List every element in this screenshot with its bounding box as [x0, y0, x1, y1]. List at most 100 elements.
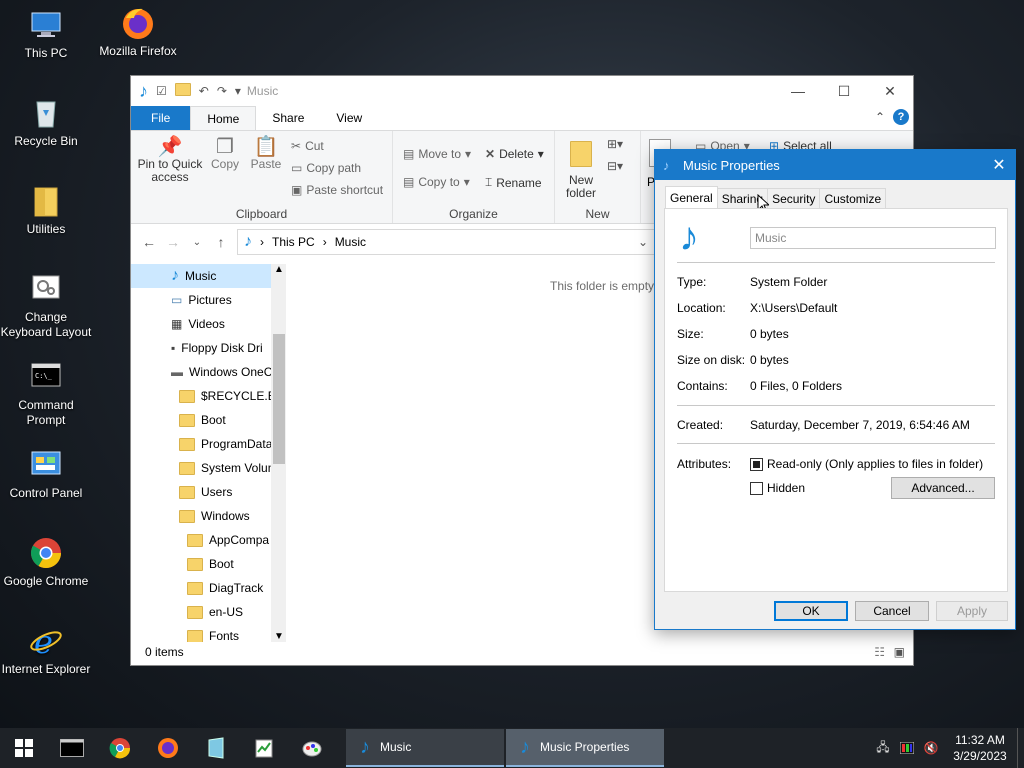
network-icon[interactable]: 🖧 — [871, 738, 895, 759]
redo-icon[interactable]: ↷ — [217, 84, 227, 98]
nav-item[interactable]: en-US — [131, 600, 243, 624]
nav-item[interactable]: Windows — [131, 504, 250, 528]
desktop-icon-this-pc[interactable]: This PC — [0, 8, 92, 61]
address-dropdown-icon[interactable]: ⌄ — [638, 235, 648, 249]
taskbar-command-prompt[interactable] — [48, 728, 96, 768]
collapse-ribbon-icon[interactable]: ⌃ — [875, 110, 885, 124]
taskbar-app-music-properties[interactable]: ♪ Music Properties — [506, 729, 664, 767]
desktop-icon-command-prompt[interactable]: C:\_ Command Prompt — [0, 360, 92, 428]
checkbox-unchecked-icon — [750, 482, 763, 496]
nav-item[interactable]: ▭ Pictures — [131, 288, 232, 312]
nav-item[interactable]: ▦ Videos — [131, 312, 225, 336]
nav-item[interactable]: Boot — [131, 552, 234, 576]
drive-icon: ▬ — [171, 365, 183, 379]
minimize-icon[interactable]: — — [775, 76, 821, 106]
nav-item[interactable]: System Volum — [131, 456, 278, 480]
copy-button[interactable]: ❐ Copy — [207, 137, 243, 171]
move-to-button[interactable]: ▤ Move to ▾ — [403, 147, 471, 161]
up-icon[interactable]: ↑ — [209, 234, 233, 250]
nav-item[interactable]: ProgramData — [131, 432, 272, 456]
display-settings-icon[interactable] — [895, 742, 919, 754]
desktop-icon-utilities[interactable]: Utilities — [0, 184, 92, 237]
folder-icon — [559, 141, 603, 170]
volume-muted-icon[interactable]: 🔇 — [919, 741, 943, 755]
rename-button[interactable]: ⌶ Rename — [485, 175, 542, 190]
back-icon[interactable]: ← — [137, 234, 161, 250]
nav-item[interactable]: Users — [131, 480, 232, 504]
tab-file[interactable]: File — [131, 106, 191, 130]
paste-button[interactable]: 📋 Paste — [249, 136, 283, 171]
nav-item[interactable]: ♪ Music — [131, 264, 271, 288]
ribbon-tabs: File Home Share View ⌃ ? — [131, 106, 913, 131]
breadcrumb-this-pc[interactable]: This PC — [272, 235, 315, 249]
explorer-titlebar[interactable]: ♪ ☑ ↶ ↷ ▾ Music — ☐ ✕ — [131, 76, 913, 106]
tab-home[interactable]: Home — [190, 106, 257, 130]
tab-share[interactable]: Share — [256, 106, 320, 130]
delete-button[interactable]: ✕ Delete ▾ — [485, 147, 544, 161]
scroll-up-icon[interactable]: ▲ — [271, 264, 286, 275]
nav-item[interactable]: ▪ Floppy Disk Dri — [131, 336, 263, 360]
details-view-icon[interactable]: ☷ — [874, 645, 885, 659]
desktop-icon-recycle-bin[interactable]: Recycle Bin — [0, 96, 92, 149]
easy-access-icon[interactable]: ⊟▾ — [607, 159, 623, 173]
desktop-icon-label: Command Prompt — [18, 398, 74, 427]
nav-item[interactable]: DiagTrack — [131, 576, 263, 600]
hidden-checkbox[interactable]: Hidden — [750, 481, 805, 496]
tab-general[interactable]: General — [665, 186, 718, 209]
pin-quick-access-button[interactable]: 📌 Pin to Quick access — [137, 137, 203, 184]
nav-item[interactable]: Boot — [131, 408, 226, 432]
properties-icon[interactable]: ☑ — [156, 84, 167, 98]
nav-scrollbar[interactable]: ▲ ▼ — [271, 264, 286, 642]
advanced-button[interactable]: Advanced... — [891, 477, 995, 499]
clock[interactable]: 11:32 AM 3/29/2023 — [943, 732, 1017, 764]
nav-item[interactable]: ▬ Windows OneC — [131, 360, 272, 384]
taskbar-app-4[interactable] — [192, 728, 240, 768]
start-button[interactable] — [0, 728, 48, 768]
ok-button[interactable]: OK — [774, 601, 848, 621]
taskbar-app-6[interactable] — [288, 728, 336, 768]
desktop-icon-control-panel[interactable]: Control Panel — [0, 448, 92, 501]
recent-locations-icon[interactable]: ⌄ — [185, 237, 209, 248]
forward-icon[interactable]: → — [161, 234, 185, 250]
new-folder-icon[interactable] — [174, 83, 191, 99]
show-desktop-button[interactable] — [1017, 728, 1024, 768]
readonly-checkbox[interactable]: Read-only (Only applies to files in fold… — [750, 457, 983, 472]
copy-path-button[interactable]: ▭ Copy path — [291, 161, 361, 175]
tab-security[interactable]: Security — [767, 188, 821, 209]
breadcrumb-separator-icon: › — [260, 235, 264, 249]
help-icon[interactable]: ? — [893, 109, 909, 125]
scroll-thumb[interactable] — [273, 334, 285, 464]
desktop-icon-chrome[interactable]: Google Chrome — [0, 536, 92, 589]
desktop-icon-internet-explorer[interactable]: e Internet Explorer — [0, 623, 92, 677]
taskbar-app-music[interactable]: ♪ Music — [346, 729, 504, 767]
close-icon[interactable]: ✕ — [983, 150, 1015, 180]
folder-icon — [179, 437, 195, 451]
new-item-icon[interactable]: ⊞▾ — [607, 137, 623, 151]
maximize-icon[interactable]: ☐ — [821, 76, 867, 106]
properties-titlebar[interactable]: ♪ Music Properties ✕ — [655, 150, 1015, 180]
cut-button[interactable]: ✂ Cut — [291, 139, 324, 153]
nav-item[interactable]: $RECYCLE.BIN — [131, 384, 286, 408]
cancel-button[interactable]: Cancel — [855, 601, 929, 621]
apply-button[interactable]: Apply — [936, 601, 1008, 621]
tab-customize[interactable]: Customize — [819, 188, 887, 209]
copy-to-button[interactable]: ▤ Copy to ▾ — [403, 175, 470, 189]
desktop-icon-keyboard-layout[interactable]: Change Keyboard Layout — [0, 272, 92, 340]
breadcrumb-separator-icon: › — [322, 235, 327, 249]
customize-qat-icon[interactable]: ▾ — [235, 84, 241, 98]
large-icons-view-icon[interactable]: ▣ — [894, 645, 905, 659]
tab-view[interactable]: View — [320, 106, 378, 130]
paste-shortcut-button[interactable]: ▣ Paste shortcut — [291, 183, 383, 197]
taskbar-firefox[interactable] — [144, 728, 192, 768]
clipboard-group-label: Clipboard — [235, 207, 288, 221]
clipboard-icon: 📋 — [253, 136, 279, 158]
nav-item[interactable]: AppCompa — [131, 528, 269, 552]
desktop-icon-firefox[interactable]: Mozilla Firefox — [92, 6, 184, 59]
taskbar-chrome[interactable] — [96, 728, 144, 768]
new-folder-button[interactable]: New folder — [559, 141, 603, 200]
folder-name-field[interactable]: Music — [750, 227, 996, 249]
close-icon[interactable]: ✕ — [867, 76, 913, 106]
undo-icon[interactable]: ↶ — [199, 84, 209, 98]
taskbar-app-5[interactable] — [240, 728, 288, 768]
breadcrumb-music[interactable]: Music — [335, 235, 366, 249]
